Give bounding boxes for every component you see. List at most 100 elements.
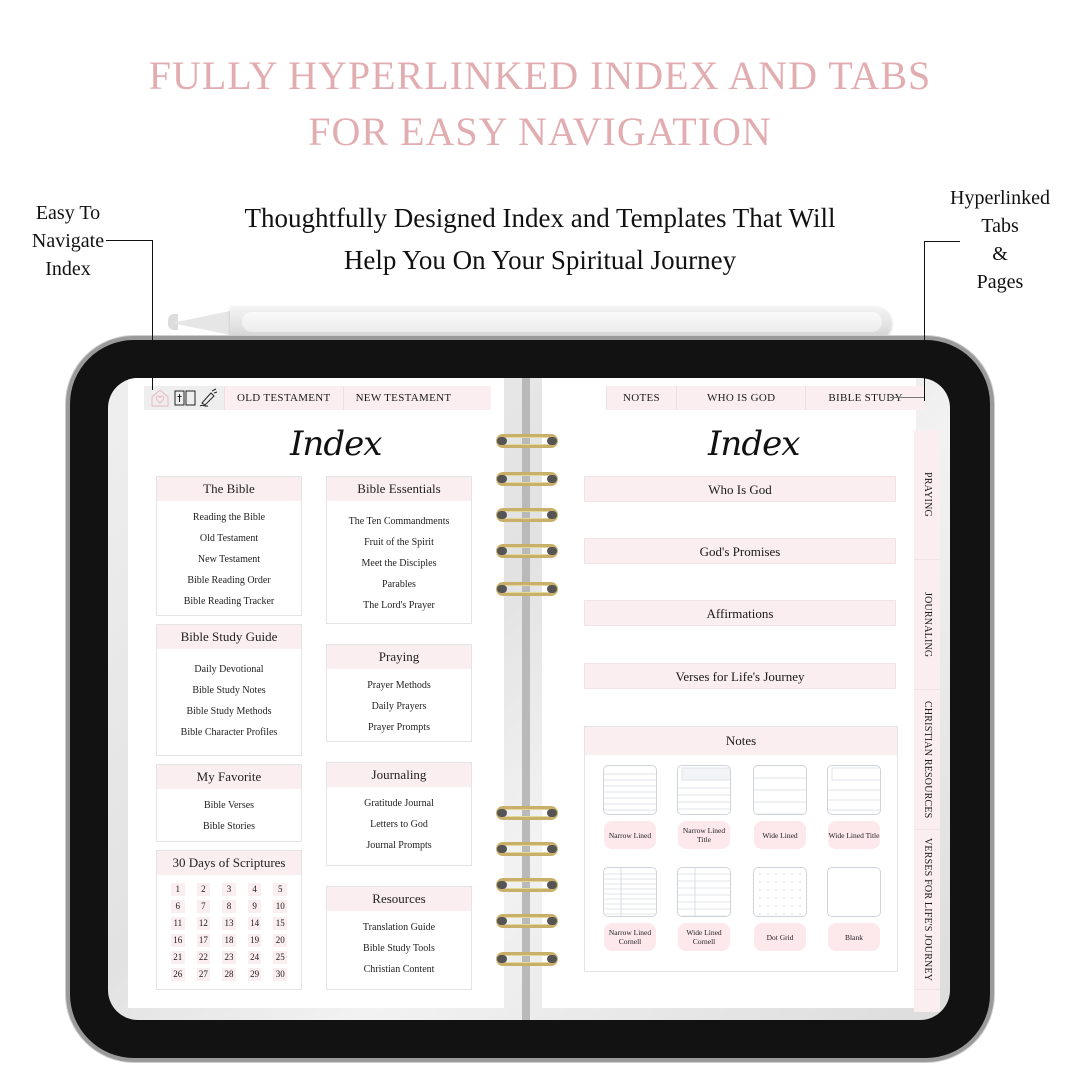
scripture-day[interactable]: 28 [222, 968, 236, 981]
home-heart-icon[interactable] [150, 388, 170, 408]
spiral-ring [496, 914, 558, 928]
scripture-day[interactable]: 26 [171, 968, 185, 981]
card-title[interactable]: Resources [327, 887, 471, 911]
tab-notes[interactable]: NOTES [606, 386, 676, 410]
index-link[interactable]: Bible Study Methods [157, 701, 301, 722]
index-link[interactable]: Old Testament [157, 528, 301, 549]
tab-new-testament[interactable]: NEW TESTAMENT [342, 386, 492, 410]
side-tab-journaling[interactable]: JOURNALING [914, 560, 940, 690]
template-label-blank[interactable]: Blank [828, 923, 880, 951]
index-link[interactable]: Meet the Disciples [327, 553, 471, 574]
index-link[interactable]: Letters to God [327, 814, 471, 835]
scripture-day[interactable]: 10 [273, 900, 287, 913]
section-affirmations[interactable]: Affirmations [584, 600, 896, 626]
index-link[interactable]: Journal Prompts [327, 835, 471, 856]
template-label-wide-cornell[interactable]: Wide Lined Cornell [678, 923, 730, 951]
card-title[interactable]: Bible Study Guide [157, 625, 301, 649]
nav-icon-group [144, 386, 224, 410]
index-link[interactable]: Daily Prayers [327, 696, 471, 717]
section-gods-promises[interactable]: God's Promises [584, 538, 896, 564]
template-thumbnail-wide-lined-title[interactable] [827, 765, 881, 815]
side-tab-verses-lifes-journey[interactable]: VERSES FOR LIFE'S JOURNEY [914, 830, 940, 990]
index-link[interactable]: The Ten Commandments [327, 511, 471, 532]
index-link[interactable]: Bible Study Tools [327, 938, 471, 959]
scripture-day[interactable]: 13 [222, 917, 236, 930]
side-tab-christian-resources[interactable]: CHRISTIAN RESOURCES [914, 690, 940, 830]
scripture-day[interactable]: 17 [196, 934, 211, 947]
scripture-day[interactable]: 2 [196, 883, 211, 896]
scripture-day[interactable]: 1 [171, 883, 185, 896]
index-link[interactable]: Bible Reading Order [157, 570, 301, 591]
leader-line [890, 397, 924, 398]
template-thumbnail-blank[interactable] [827, 867, 881, 917]
scripture-day[interactable]: 9 [247, 900, 262, 913]
scripture-day[interactable]: 6 [171, 900, 185, 913]
scripture-day[interactable]: 12 [196, 917, 211, 930]
template-label-narrow-lined-title[interactable]: Narrow Lined Title [678, 821, 730, 849]
card-title[interactable]: My Favorite [157, 765, 301, 789]
card-title[interactable]: Praying [327, 645, 471, 669]
side-tab-praying[interactable]: PRAYING [914, 430, 940, 560]
spiral-ring [496, 582, 558, 596]
scripture-day[interactable]: 4 [247, 883, 262, 896]
template-thumbnail-narrow-cornell[interactable] [603, 867, 657, 917]
scripture-day[interactable]: 24 [247, 951, 262, 964]
template-label-wide-lined-title[interactable]: Wide Lined Title [828, 821, 880, 849]
card-title[interactable]: The Bible [157, 477, 301, 501]
scripture-day[interactable]: 15 [273, 917, 287, 930]
index-link[interactable]: New Testament [157, 549, 301, 570]
template-thumbnail-wide-lined[interactable] [753, 765, 807, 815]
template-thumbnail-narrow-lined[interactable] [603, 765, 657, 815]
scripture-day[interactable]: 7 [196, 900, 211, 913]
index-link[interactable]: Reading the Bible [157, 507, 301, 528]
tab-old-testament[interactable]: OLD TESTAMENT [224, 386, 343, 410]
scripture-day[interactable]: 20 [273, 934, 287, 947]
card-title[interactable]: 30 Days of Scriptures [157, 851, 301, 875]
index-link[interactable]: Christian Content [327, 959, 471, 980]
index-link[interactable]: Prayer Prompts [327, 717, 471, 738]
index-link[interactable]: Bible Reading Tracker [157, 591, 301, 612]
index-link[interactable]: Bible Stories [157, 816, 301, 837]
scripture-day[interactable]: 29 [247, 968, 262, 981]
card-title[interactable]: Bible Essentials [327, 477, 471, 501]
scripture-day[interactable]: 22 [196, 951, 211, 964]
template-label-wide-lined[interactable]: Wide Lined [754, 821, 806, 849]
template-thumbnail-wide-cornell[interactable] [677, 867, 731, 917]
index-link[interactable]: Bible Verses [157, 795, 301, 816]
tab-bible-study[interactable]: BIBLE STUDY [805, 386, 925, 410]
scripture-day[interactable]: 11 [171, 917, 185, 930]
tab-who-is-god[interactable]: WHO IS GOD [675, 386, 805, 410]
index-link[interactable]: Prayer Methods [327, 675, 471, 696]
index-link[interactable]: Daily Devotional [157, 659, 301, 680]
template-thumbnail-dot-grid[interactable] [753, 867, 807, 917]
scripture-day[interactable]: 14 [247, 917, 262, 930]
scripture-day[interactable]: 5 [273, 883, 287, 896]
index-link[interactable]: Parables [327, 574, 471, 595]
scripture-day[interactable]: 3 [222, 883, 236, 896]
index-link[interactable]: The Lord's Prayer [327, 595, 471, 616]
scripture-day[interactable]: 19 [247, 934, 262, 947]
index-link[interactable]: Bible Study Notes [157, 680, 301, 701]
scripture-day[interactable]: 16 [171, 934, 185, 947]
template-label-narrow-lined[interactable]: Narrow Lined [604, 821, 656, 849]
scripture-day[interactable]: 27 [196, 968, 211, 981]
leader-line [924, 241, 960, 242]
template-label-dot-grid[interactable]: Dot Grid [754, 923, 806, 951]
scripture-day[interactable]: 18 [222, 934, 236, 947]
section-verses-lifes-journey[interactable]: Verses for Life's Journey [584, 663, 896, 689]
bible-book-icon[interactable] [174, 388, 196, 408]
index-link[interactable]: Bible Character Profiles [157, 722, 301, 743]
pen-nib-icon[interactable] [198, 388, 218, 408]
template-thumbnail-narrow-lined-title[interactable] [677, 765, 731, 815]
index-link[interactable]: Gratitude Journal [327, 793, 471, 814]
index-link[interactable]: Fruit of the Spirit [327, 532, 471, 553]
section-who-is-god[interactable]: Who Is God [584, 476, 896, 502]
card-title[interactable]: Journaling [327, 763, 471, 787]
scripture-day[interactable]: 30 [273, 968, 287, 981]
scripture-day[interactable]: 21 [171, 951, 185, 964]
index-link[interactable]: Translation Guide [327, 917, 471, 938]
scripture-day[interactable]: 23 [222, 951, 236, 964]
scripture-day[interactable]: 25 [273, 951, 287, 964]
scripture-day[interactable]: 8 [222, 900, 236, 913]
template-label-narrow-cornell[interactable]: Narrow Lined Cornell [604, 923, 656, 951]
